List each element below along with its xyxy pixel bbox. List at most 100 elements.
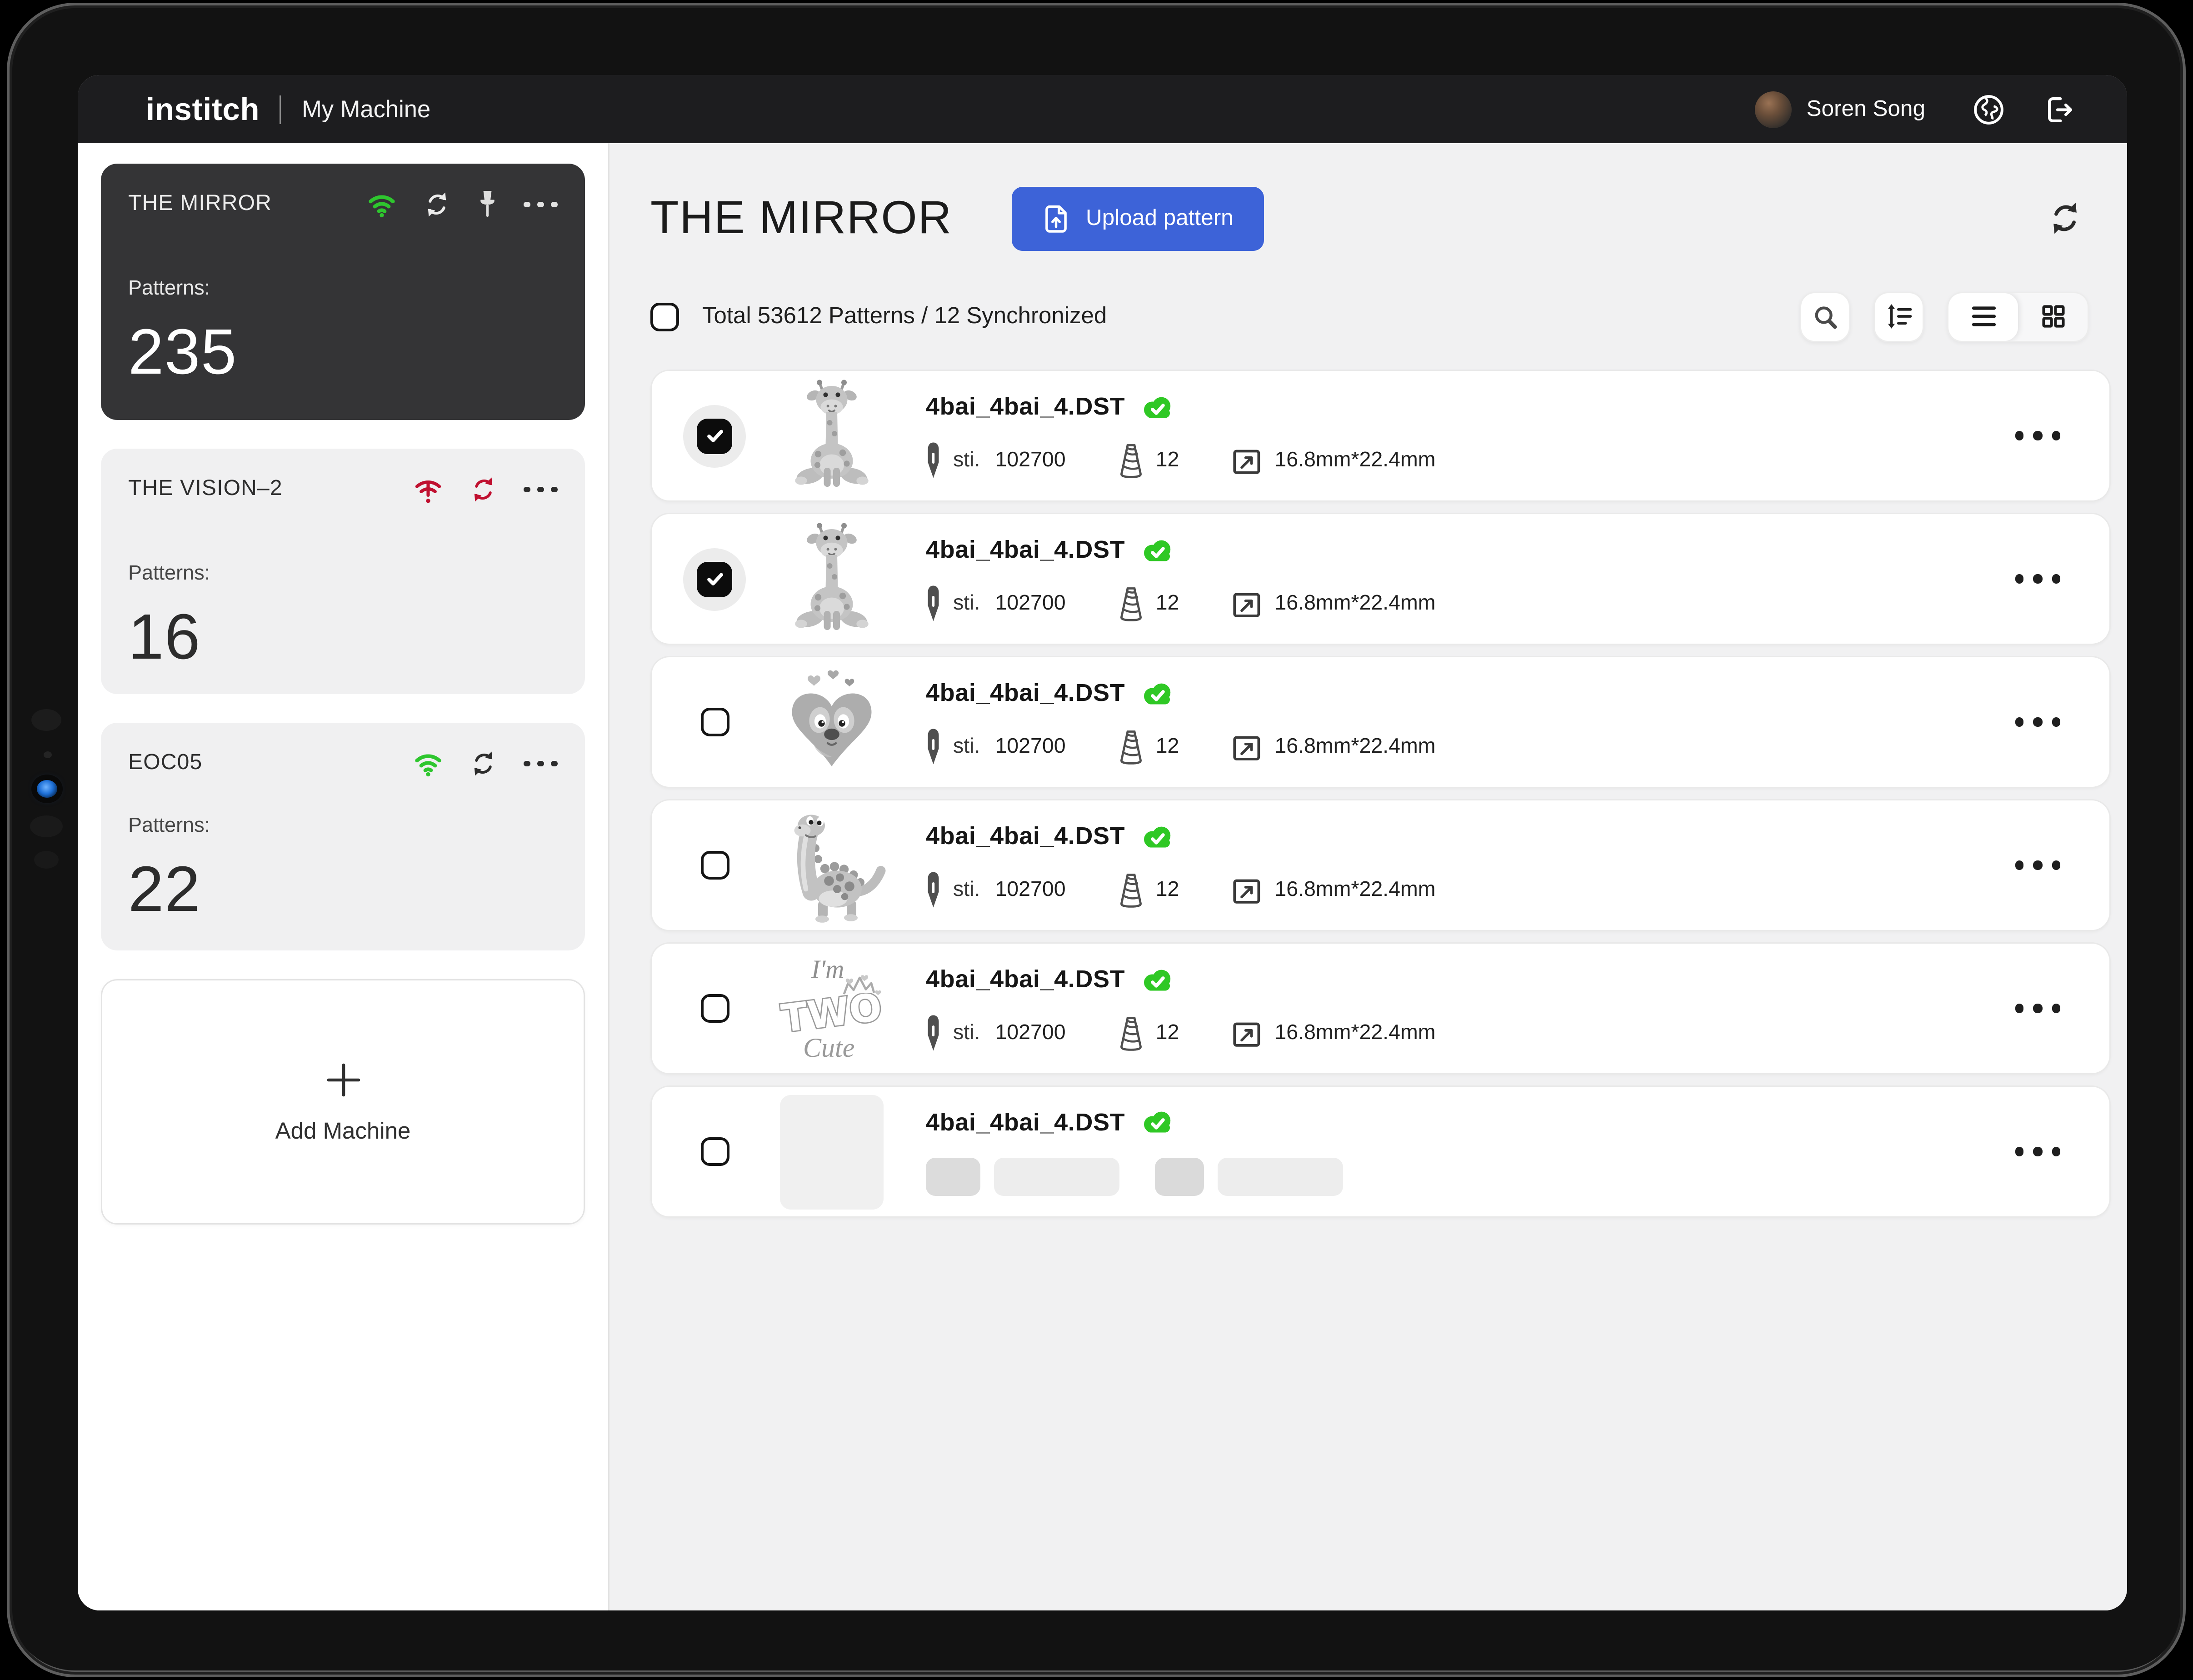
plus-icon bbox=[323, 1059, 364, 1100]
row-more-icon[interactable] bbox=[2015, 431, 2061, 440]
pattern-row[interactable]: 4bai_4bai_4.DST sti.102700 bbox=[650, 513, 2111, 645]
pattern-size: 16.8mm*22.4mm bbox=[1231, 445, 1435, 475]
list-view-button[interactable] bbox=[1948, 293, 2018, 340]
stitch-count: sti.102700 bbox=[926, 728, 1066, 765]
add-machine-button[interactable]: Add Machine bbox=[101, 979, 585, 1225]
row-checkbox[interactable] bbox=[700, 851, 729, 880]
row-more-icon[interactable] bbox=[2015, 861, 2061, 870]
thread-spool-icon bbox=[1118, 872, 1144, 908]
machine-card-eoc05[interactable]: EOC05 bbox=[101, 723, 585, 950]
row-more-icon[interactable] bbox=[2015, 575, 2061, 584]
sync-icon[interactable] bbox=[470, 749, 498, 779]
grid-view-icon bbox=[2041, 304, 2065, 329]
needle-icon bbox=[926, 1015, 941, 1051]
svg-text:Cute: Cute bbox=[803, 1032, 854, 1062]
svg-text:I'm: I'm bbox=[811, 955, 844, 983]
patterns-summary: Total 53612 Patterns / 12 Synchronized bbox=[702, 303, 1107, 330]
pattern-thumbnail-koala-heart bbox=[773, 664, 890, 781]
logo-divider bbox=[280, 95, 281, 124]
row-checkbox-checked[interactable] bbox=[697, 418, 732, 454]
pattern-thumbnail-giraffe bbox=[773, 520, 890, 638]
row-checkbox[interactable] bbox=[700, 708, 729, 736]
bezel-sensor bbox=[34, 851, 59, 869]
sync-error-icon[interactable] bbox=[470, 475, 498, 505]
logout-icon[interactable] bbox=[2041, 92, 2075, 126]
needle-icon bbox=[926, 871, 941, 908]
cloud-synced-icon bbox=[1141, 1109, 1174, 1136]
stitch-count: sti.102700 bbox=[926, 871, 1066, 908]
patterns-label: Patterns: bbox=[128, 562, 558, 585]
upload-pattern-button[interactable]: Upload pattern bbox=[1012, 186, 1264, 250]
refresh-icon[interactable] bbox=[2047, 199, 2083, 237]
machine-name: THE VISION–2 bbox=[128, 477, 283, 502]
machine-card-the-mirror[interactable]: THE MIRROR bbox=[101, 164, 585, 420]
patterns-label: Patterns: bbox=[128, 277, 558, 300]
thread-count: 12 bbox=[1118, 872, 1179, 908]
size-icon bbox=[1231, 1018, 1262, 1048]
row-checkbox[interactable] bbox=[700, 994, 729, 1023]
patterns-count: 22 bbox=[128, 851, 558, 926]
user-name: Soren Song bbox=[1807, 96, 1925, 122]
select-all-checkbox[interactable] bbox=[650, 302, 679, 331]
machine-more-icon[interactable] bbox=[524, 760, 558, 767]
row-more-icon[interactable] bbox=[2015, 1004, 2061, 1013]
tablet-frame: institch My Machine Soren Song bbox=[7, 3, 2186, 1677]
pattern-size: 16.8mm*22.4mm bbox=[1231, 732, 1435, 762]
bezel-sensor bbox=[44, 751, 52, 758]
stitch-count: sti.102700 bbox=[926, 585, 1066, 622]
cloud-synced-icon bbox=[1141, 823, 1174, 850]
pattern-row[interactable]: 4bai_4bai_4.DST sti.102700 bbox=[650, 799, 2111, 931]
search-button[interactable] bbox=[1800, 291, 1850, 342]
machine-more-icon[interactable] bbox=[524, 486, 558, 493]
pattern-thumbnail-giraffe bbox=[773, 377, 890, 495]
pattern-row-loading[interactable]: 4bai_4bai_4.DST bbox=[650, 1085, 2111, 1218]
row-checkbox-checked[interactable] bbox=[697, 561, 732, 597]
cloud-synced-icon bbox=[1141, 680, 1174, 707]
pattern-filename: 4bai_4bai_4.DST bbox=[926, 393, 1125, 421]
needle-icon bbox=[926, 585, 941, 622]
thread-spool-icon bbox=[1118, 729, 1144, 765]
pattern-row[interactable]: 4bai_4bai_4.DST sti.102700 bbox=[650, 656, 2111, 788]
pattern-row[interactable]: I'm TWO Cute bbox=[650, 942, 2111, 1075]
row-more-icon[interactable] bbox=[2015, 1147, 2061, 1156]
sort-button[interactable] bbox=[1873, 291, 1924, 342]
pin-icon[interactable] bbox=[478, 190, 498, 220]
thread-count: 12 bbox=[1118, 729, 1179, 765]
machine-page-title: THE MIRROR bbox=[650, 192, 952, 245]
search-icon bbox=[1812, 304, 1838, 330]
bezel-sensor bbox=[31, 709, 61, 731]
row-checkbox[interactable] bbox=[700, 1137, 729, 1166]
grid-view-button[interactable] bbox=[2018, 293, 2088, 340]
cloud-synced-icon bbox=[1141, 966, 1174, 994]
pattern-filename: 4bai_4bai_4.DST bbox=[926, 1108, 1125, 1137]
machine-card-the-vision-2[interactable]: THE VISION–2 bbox=[101, 449, 585, 694]
pattern-thumbnail-im-two-cute: I'm TWO Cute bbox=[773, 950, 890, 1067]
sync-icon[interactable] bbox=[423, 190, 452, 220]
main-panel: THE MIRROR Upload pattern bbox=[609, 143, 2127, 1610]
pattern-size: 16.8mm*22.4mm bbox=[1231, 1018, 1435, 1048]
pattern-size: 16.8mm*22.4mm bbox=[1231, 589, 1435, 619]
language-globe-icon[interactable] bbox=[1972, 92, 2006, 126]
cloud-synced-icon bbox=[1141, 537, 1174, 564]
thread-spool-icon bbox=[1118, 1015, 1144, 1051]
machine-name: EOC05 bbox=[128, 751, 202, 776]
pattern-row[interactable]: 4bai_4bai_4.DST sti.102700 bbox=[650, 370, 2111, 502]
size-icon bbox=[1231, 589, 1262, 619]
upload-pattern-label: Upload pattern bbox=[1086, 205, 1234, 231]
list-view-icon bbox=[1971, 305, 1996, 327]
avatar[interactable] bbox=[1755, 91, 1792, 128]
row-more-icon[interactable] bbox=[2015, 718, 2061, 727]
machine-more-icon[interactable] bbox=[524, 201, 558, 208]
app-logo: institch bbox=[146, 91, 260, 128]
top-bar: institch My Machine Soren Song bbox=[78, 75, 2127, 143]
pattern-filename: 4bai_4bai_4.DST bbox=[926, 965, 1125, 994]
pattern-filename: 4bai_4bai_4.DST bbox=[926, 536, 1125, 565]
size-icon bbox=[1231, 445, 1262, 475]
front-camera bbox=[37, 780, 57, 798]
upload-file-icon bbox=[1042, 203, 1071, 234]
page-title: My Machine bbox=[302, 95, 430, 124]
pattern-filename: 4bai_4bai_4.DST bbox=[926, 679, 1125, 708]
pattern-size: 16.8mm*22.4mm bbox=[1231, 875, 1435, 905]
pattern-list: 4bai_4bai_4.DST sti.102700 bbox=[650, 370, 2111, 1218]
loading-skeleton bbox=[926, 1157, 1343, 1195]
